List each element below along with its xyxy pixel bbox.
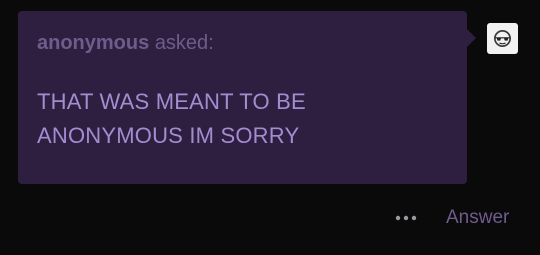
anonymous-sunglasses-avatar-icon [494, 30, 511, 47]
answer-button[interactable]: Answer [446, 206, 509, 230]
more-options-button[interactable] [392, 207, 420, 229]
question-line-1: THAT WAS MEANT TO BE [37, 89, 306, 114]
ellipsis-icon [395, 215, 417, 221]
asked-label: asked: [154, 32, 214, 54]
ask-post: anonymous asked: THAT WAS MEANT TO BE AN… [0, 0, 540, 255]
question-line-2: ANONYMOUS IM SORRY [37, 123, 300, 148]
avatar[interactable] [487, 23, 518, 54]
asker-name: anonymous [37, 32, 150, 54]
question-text: THAT WAS MEANT TO BE ANONYMOUS IM SORRY [37, 85, 447, 153]
ask-bubble: anonymous asked: THAT WAS MEANT TO BE AN… [18, 11, 476, 184]
asker-line: anonymous asked: [37, 31, 214, 55]
